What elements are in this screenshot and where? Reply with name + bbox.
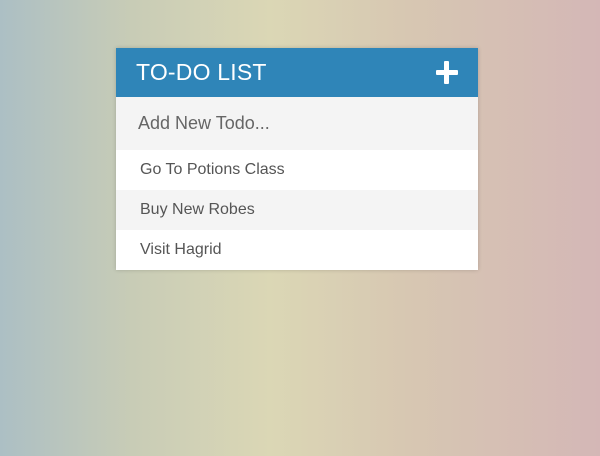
new-todo-input[interactable] bbox=[116, 97, 478, 150]
plus-icon-vertical bbox=[444, 60, 449, 84]
todo-item[interactable]: Visit Hagrid bbox=[116, 230, 478, 270]
todo-item[interactable]: Go To Potions Class bbox=[116, 150, 478, 190]
todo-header: TO-DO LIST bbox=[116, 48, 478, 97]
plus-icon[interactable] bbox=[435, 60, 459, 85]
todo-card: TO-DO LIST Go To Potions Class Buy New R… bbox=[116, 48, 478, 270]
todo-list: Go To Potions Class Buy New Robes Visit … bbox=[116, 150, 478, 270]
page-title: TO-DO LIST bbox=[136, 59, 267, 85]
todo-item[interactable]: Buy New Robes bbox=[116, 190, 478, 230]
